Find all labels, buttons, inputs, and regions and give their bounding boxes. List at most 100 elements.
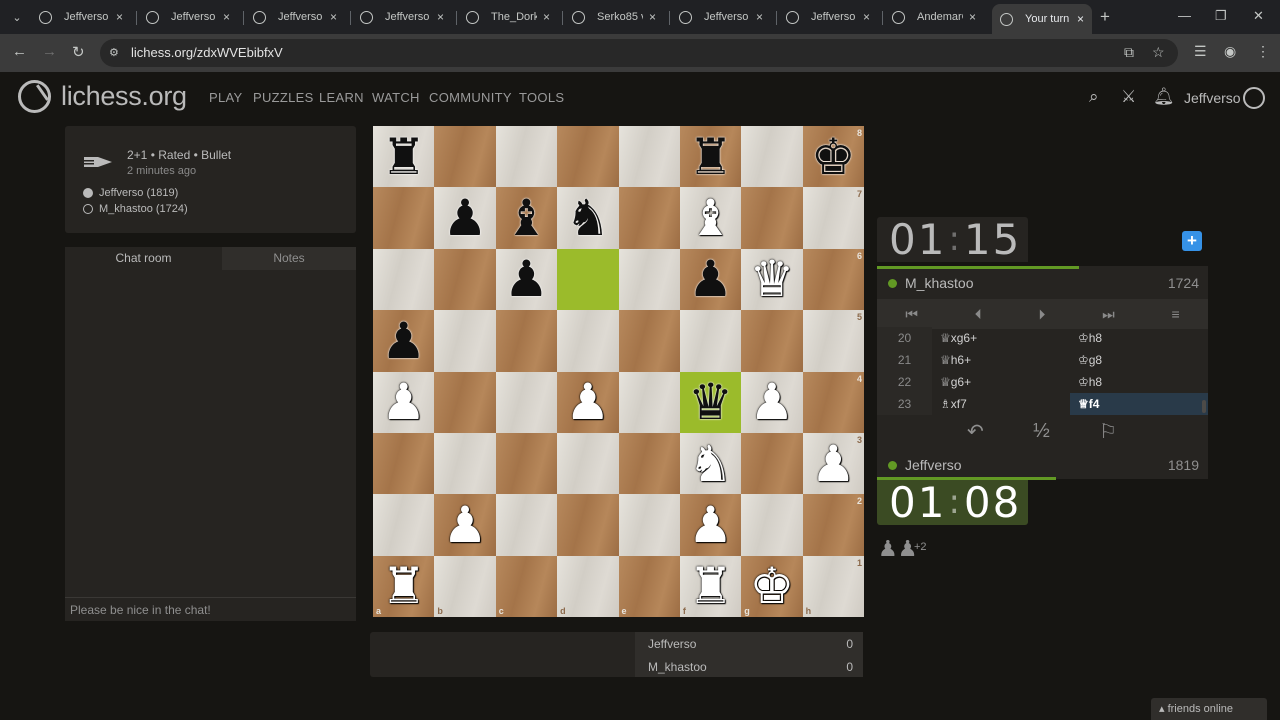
board-square-f1[interactable]: ♜ f [679,555,742,617]
board-square-d8[interactable] [557,126,619,188]
board-square-d4[interactable]: ♟ [557,371,619,433]
board-square-h3[interactable]: ♟ 3 [802,432,864,495]
white-pawn-icon[interactable]: ♟ [811,439,856,489]
menu-icon[interactable]: ≡ [1171,306,1179,322]
url-text[interactable]: lichess.org/zdxWVEbibfxV [131,45,283,60]
board-square-d3[interactable] [557,432,619,495]
next-move-icon[interactable]: ⏵ [1038,306,1045,323]
browser-tab[interactable]: Jeffverso v × [245,4,345,30]
back-icon[interactable]: ← [12,43,27,60]
board-square-c5[interactable] [495,310,558,372]
black-pawn-icon[interactable]: ♟ [688,254,733,304]
board-square-g2[interactable] [741,494,803,556]
board-square-h5[interactable]: 5 [802,310,864,372]
board-square-b3[interactable] [434,432,496,495]
browser-tab[interactable]: Jeffverso v × [138,4,238,30]
board-square-f4[interactable]: ♛ [679,371,742,433]
nav-community[interactable]: COMMUNITY [429,90,512,105]
offer-draw-button[interactable]: ½ [1033,420,1050,443]
board-square-g3[interactable] [741,432,803,495]
search-icon[interactable]: ⌕ [1089,87,1099,107]
board-square-e7[interactable] [618,187,680,249]
board-square-e3[interactable] [618,432,680,495]
nav-learn[interactable]: LEARN [319,90,364,105]
white-move[interactable]: ♕h6+ [932,349,1070,371]
tab-close-icon[interactable]: × [543,10,550,24]
takeback-icon[interactable]: ↶ [967,419,984,444]
browser-tab[interactable]: Jeffverso v × [352,4,452,30]
board-square-b4[interactable] [434,371,496,433]
black-bishop-icon[interactable]: ♝ [504,193,549,243]
white-king-icon[interactable]: ♚ [750,561,795,611]
browser-tab[interactable]: Jeffverso v × [778,4,878,30]
board-square-d7[interactable]: ♞ [557,187,619,249]
white-pawn-icon[interactable]: ♟ [750,377,795,427]
chess-board[interactable]: ♜ ♜ ♚ 8 ♟ ♝ ♞ ♝ 7 ♟ ♟ ♛ 6 ♟ 5 ♟ ♟ ♛ ♟ 4 ♞ ♟ 3 ♟ ♟ 2 ♜ a b c d e ♜ f ♚ g 1 h [373,126,864,617]
white-rook-icon[interactable]: ♜ [381,561,426,611]
tab-close-icon[interactable]: × [863,10,870,24]
board-square-d6[interactable] [557,248,619,311]
board-square-b5[interactable] [434,310,496,372]
board-square-b1[interactable]: b [434,555,496,617]
black-queen-icon[interactable]: ♛ [688,377,733,427]
reload-icon[interactable]: ↻ [72,43,85,61]
white-knight-icon[interactable]: ♞ [688,439,733,489]
board-square-e4[interactable] [618,371,680,433]
white-move[interactable]: ♕g6+ [932,371,1070,393]
black-rook-icon[interactable]: ♜ [688,132,733,182]
challenge-icon[interactable]: ⚔ [1121,87,1136,107]
board-square-a2[interactable] [373,494,435,556]
board-square-g7[interactable] [741,187,803,249]
tab-close-icon[interactable]: × [223,10,230,24]
board-square-c8[interactable] [495,126,558,188]
prev-move-icon[interactable]: ⏴ [975,306,982,323]
board-square-d2[interactable] [557,494,619,556]
board-square-f3[interactable]: ♞ [679,432,742,495]
site-info-icon[interactable]: ⚙ [109,46,119,59]
board-square-f5[interactable] [679,310,742,372]
black-knight-icon[interactable]: ♞ [565,193,610,243]
board-square-a7[interactable] [373,187,435,249]
board-square-a5[interactable]: ♟ [373,310,435,372]
tab-close-icon[interactable]: × [756,10,763,24]
add-time-button[interactable]: + [1182,231,1202,251]
tab-close-icon[interactable]: × [330,10,337,24]
browser-tab[interactable]: Serko85 vs × [564,4,664,30]
board-square-e2[interactable] [618,494,680,556]
browser-tab[interactable]: Jeffverso v × [31,4,131,30]
browser-tab[interactable]: AndemarC × [884,4,984,30]
board-square-b7[interactable]: ♟ [434,187,496,249]
last-move-icon[interactable]: ⏭ [1102,306,1115,323]
board-square-d1[interactable]: d [557,555,619,617]
board-square-h2[interactable]: 2 [802,494,864,556]
board-square-h1[interactable]: 1h [802,555,864,617]
white-player-name[interactable]: Jeffverso (1819) [99,187,178,199]
board-square-h4[interactable]: 4 [802,371,864,433]
white-pawn-icon[interactable]: ♟ [443,500,488,550]
board-square-e5[interactable] [618,310,680,372]
white-queen-icon[interactable]: ♛ [750,254,795,304]
browser-menu-icon[interactable]: ⋮ [1256,43,1270,60]
board-square-b6[interactable] [434,248,496,311]
window-close-icon[interactable]: ✕ [1253,8,1264,24]
browser-tab[interactable]: Your turn × [992,4,1092,34]
board-square-a6[interactable] [373,248,435,311]
board-square-h6[interactable]: 6 [802,248,864,311]
white-pawn-icon[interactable]: ♟ [688,500,733,550]
nav-play[interactable]: PLAY [209,90,242,105]
board-square-g6[interactable]: ♛ [741,248,803,311]
black-pawn-icon[interactable]: ♟ [443,193,488,243]
board-square-c1[interactable]: c [495,555,558,617]
board-square-c7[interactable]: ♝ [495,187,558,249]
nav-tools[interactable]: TOOLS [519,90,564,105]
black-pawn-icon[interactable]: ♟ [504,254,549,304]
board-square-g5[interactable] [741,310,803,372]
profile-icon[interactable]: ◉ [1224,43,1236,60]
board-square-f8[interactable]: ♜ [679,126,742,188]
lichess-logo[interactable]: lichess.org [18,80,187,113]
board-square-b2[interactable]: ♟ [434,494,496,556]
white-pawn-icon[interactable]: ♟ [565,377,610,427]
board-square-c2[interactable] [495,494,558,556]
board-square-b8[interactable] [434,126,496,188]
username[interactable]: Jeffverso [1184,90,1241,106]
